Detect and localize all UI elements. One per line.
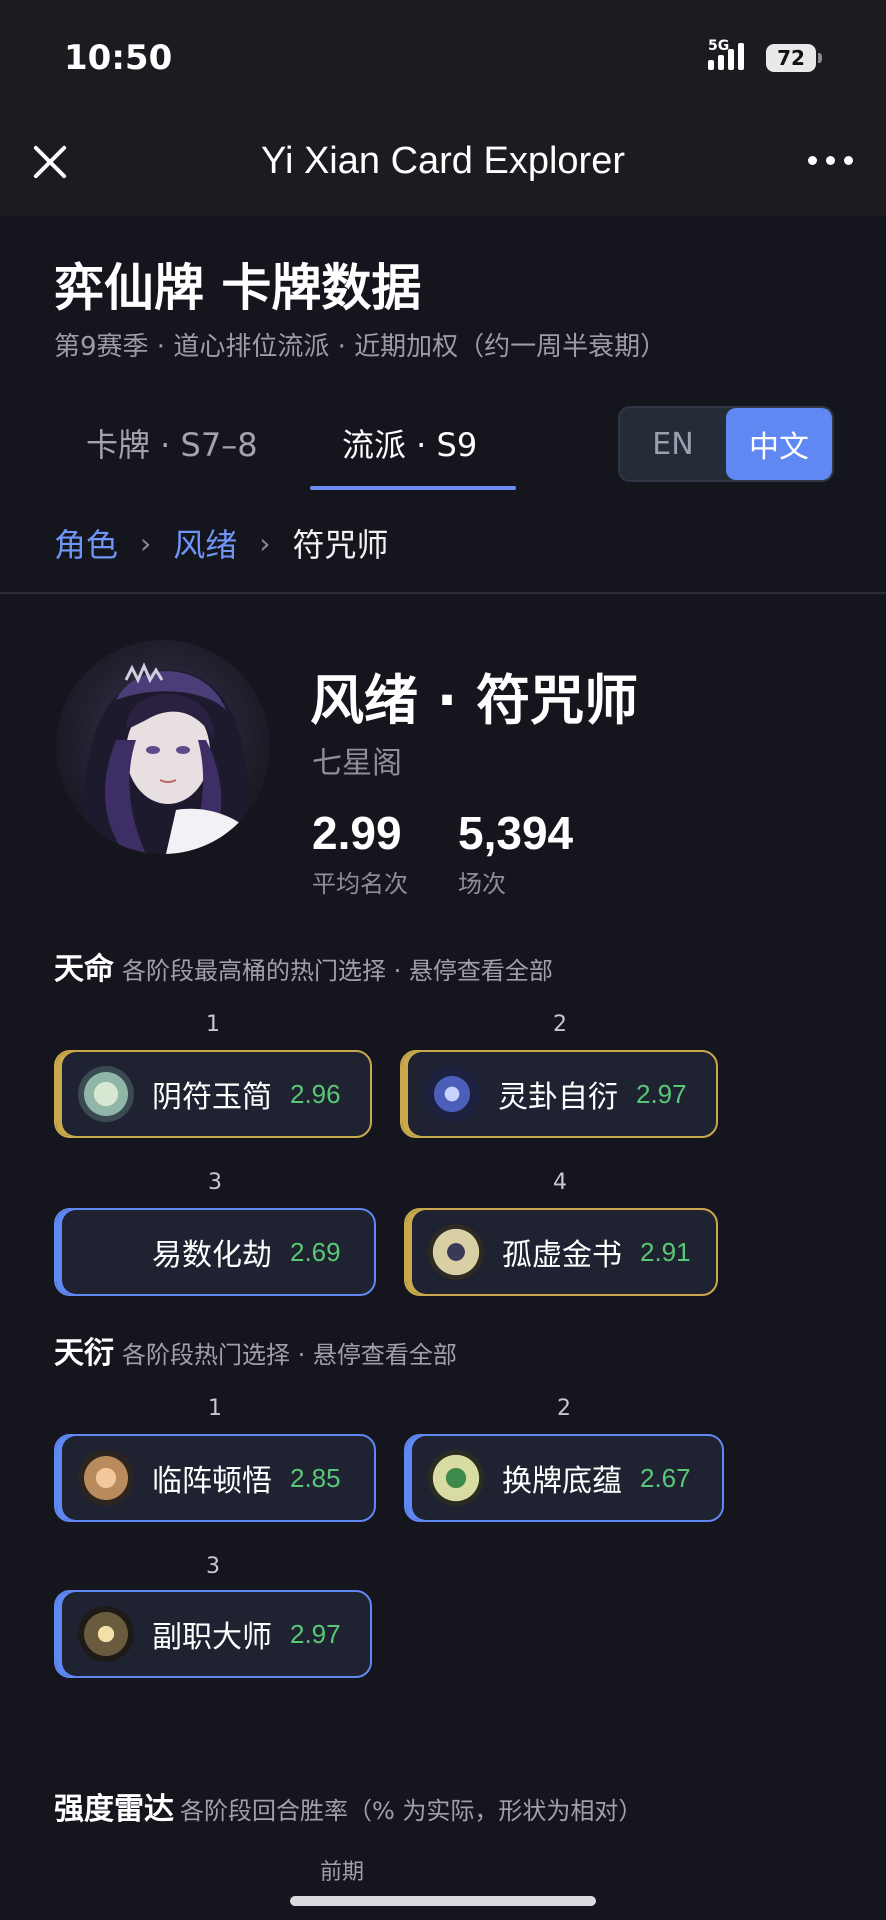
battery-icon: 72 <box>766 44 822 72</box>
destiny-hint: 各阶段最高桶的热门选择 · 悬停查看全部 <box>122 957 553 985</box>
page-title: 弈仙牌 卡牌数据 <box>54 259 422 317</box>
talent-hint: 各阶段热门选择 · 悬停查看全部 <box>122 1341 457 1369</box>
tab-archetypes[interactable]: 流派 · S9 <box>342 420 477 466</box>
radar-section-title: 强度雷达 各阶段回合胜率（% 为实际，形状为相对） <box>54 1784 642 1828</box>
golden-book-icon <box>428 1224 484 1280</box>
destiny-card-score: 2.91 <box>640 1236 691 1267</box>
card-swap-icon <box>428 1450 484 1506</box>
talent-rank-3: 3 <box>206 1554 220 1579</box>
talent-card-score: 2.97 <box>290 1618 341 1649</box>
talent-card-score: 2.67 <box>640 1462 691 1493</box>
tab-cards[interactable]: 卡牌 · S7–8 <box>86 420 258 466</box>
active-tab-indicator <box>310 486 516 490</box>
breadcrumb-root[interactable]: 角色 <box>54 520 118 566</box>
home-indicator[interactable] <box>290 1896 596 1906</box>
matches-stat: 5,394 场次 <box>458 806 573 899</box>
status-bar: 10:50 5G 72 <box>0 0 886 116</box>
breadcrumb-parent[interactable]: 风绪 <box>173 520 237 566</box>
talent-title: 天衍 <box>54 1336 114 1371</box>
talent-rank-1: 1 <box>208 1396 222 1421</box>
character-avatar <box>56 640 270 854</box>
breadcrumb-separator: › <box>259 526 271 560</box>
character-name: 风绪 · 符咒师 <box>310 669 639 732</box>
page-subtitle: 第9赛季 · 道心排位流派 · 近期加权（约一周半衰期） <box>54 332 667 362</box>
character-sect: 七星阁 <box>312 746 402 781</box>
app-title: Yi Xian Card Explorer <box>261 140 625 182</box>
breadcrumb-current: 符咒师 <box>292 526 389 564</box>
radar-title: 强度雷达 <box>54 1792 174 1827</box>
meditation-icon <box>78 1450 134 1506</box>
radar-hint: 各阶段回合胜率（% 为实际，形状为相对） <box>180 1797 643 1825</box>
destiny-card-2[interactable]: 灵卦自衍 2.97 <box>400 1050 718 1138</box>
radar-axis-label: 前期 <box>320 1860 365 1885</box>
destiny-rank-1: 1 <box>206 1012 220 1037</box>
talent-card-name: 临阵顿悟 <box>152 1464 272 1499</box>
destiny-card-3[interactable]: 易数化劫 2.69 <box>54 1208 376 1296</box>
talent-card-2[interactable]: 换牌底蕴 2.67 <box>404 1434 724 1522</box>
cellular-signal-icon: 5G <box>708 38 744 70</box>
talent-rank-2: 2 <box>557 1396 571 1421</box>
talent-section-title: 天衍 各阶段热门选择 · 悬停查看全部 <box>54 1328 457 1372</box>
status-time: 10:50 <box>64 38 173 78</box>
side-job-master-icon <box>78 1606 134 1662</box>
lang-zh-button[interactable]: 中文 <box>726 408 832 480</box>
destiny-card-score: 2.69 <box>290 1236 341 1267</box>
destiny-rank-2: 2 <box>553 1012 567 1037</box>
destiny-card-name: 灵卦自衍 <box>498 1080 618 1115</box>
destiny-card-1[interactable]: 阴符玉简 2.96 <box>54 1050 372 1138</box>
language-toggle: EN 中文 <box>618 406 834 482</box>
avg-rank-label: 平均名次 <box>312 870 408 898</box>
breadcrumb-separator: › <box>140 526 152 560</box>
talent-card-score: 2.85 <box>290 1462 341 1493</box>
destiny-card-name: 易数化劫 <box>152 1238 272 1273</box>
talent-card-name: 换牌底蕴 <box>502 1464 622 1499</box>
talent-card-name: 副职大师 <box>152 1620 272 1655</box>
avg-rank-value: 2.99 <box>312 807 402 859</box>
matches-value: 5,394 <box>458 807 574 859</box>
network-type: 5G <box>708 38 730 54</box>
destiny-section-title: 天命 各阶段最高桶的热门选择 · 悬停查看全部 <box>54 944 553 988</box>
placeholder-icon <box>78 1224 134 1280</box>
destiny-card-score: 2.96 <box>290 1078 341 1109</box>
more-options-icon[interactable] <box>808 156 858 168</box>
destiny-card-name: 阴符玉简 <box>152 1080 272 1115</box>
lang-en-button[interactable]: EN <box>620 408 726 480</box>
app-bar: Yi Xian Card Explorer <box>0 116 886 216</box>
destiny-title: 天命 <box>54 952 114 987</box>
talent-card-3[interactable]: 副职大师 2.97 <box>54 1590 372 1678</box>
destiny-card-4[interactable]: 孤虚金书 2.91 <box>404 1208 718 1296</box>
jade-slip-icon <box>78 1066 134 1122</box>
spirit-trigram-icon <box>424 1066 480 1122</box>
breadcrumb: 角色 › 风绪 › 符咒师 <box>54 520 388 566</box>
avg-rank-stat: 2.99 平均名次 <box>312 806 408 899</box>
destiny-card-score: 2.97 <box>636 1078 687 1109</box>
destiny-card-name: 孤虚金书 <box>502 1238 622 1273</box>
matches-label: 场次 <box>458 870 506 898</box>
destiny-rank-4: 4 <box>553 1170 567 1195</box>
divider <box>0 592 886 594</box>
talent-card-1[interactable]: 临阵顿悟 2.85 <box>54 1434 376 1522</box>
battery-level: 72 <box>777 46 805 70</box>
destiny-rank-3: 3 <box>208 1170 222 1195</box>
